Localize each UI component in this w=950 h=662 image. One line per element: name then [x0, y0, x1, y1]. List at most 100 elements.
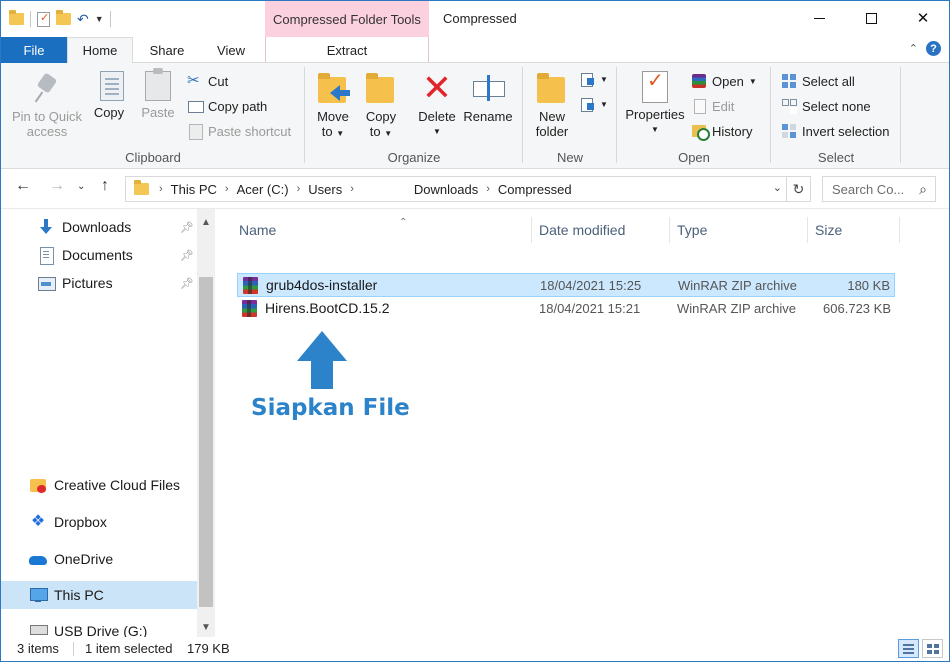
tab-share[interactable]: Share	[135, 37, 199, 63]
breadcrumb-downloads[interactable]: Downloads	[414, 182, 478, 197]
table-row[interactable]: Hirens.BootCD.15.2 18/04/2021 15:21 WinR…	[237, 297, 895, 321]
column-header-name[interactable]: Name ⌃	[239, 217, 529, 243]
maximize-button[interactable]	[845, 1, 897, 35]
tab-home[interactable]: Home	[67, 37, 133, 64]
forward-arrow-icon[interactable]: →	[49, 177, 65, 195]
address-history-chevron-icon[interactable]: ⌄	[773, 181, 782, 194]
pin-icon: 📌︎	[180, 277, 194, 290]
scroll-up-chevron-icon[interactable]: ▲	[197, 217, 215, 228]
scroll-down-chevron-icon[interactable]: ▼	[197, 622, 215, 633]
properties-icon	[642, 71, 668, 103]
navigation-pane: Downloads 📌︎ Documents 📌︎ Pictures 📌︎ Cr…	[1, 209, 217, 637]
breadcrumb-chevron-icon[interactable]: ›	[225, 183, 229, 195]
chevron-down-icon: ▼	[600, 99, 608, 109]
easy-access-button[interactable]: ▼	[579, 96, 608, 112]
paste-shortcut-icon	[187, 123, 203, 140]
breadcrumb-chevron-icon[interactable]: ›	[486, 183, 490, 195]
column-header-date-modified[interactable]: Date modified	[539, 217, 669, 243]
breadcrumb-this-pc[interactable]: This PC	[171, 182, 217, 197]
history-icon	[691, 123, 710, 141]
select-group-label: Select	[817, 150, 855, 165]
column-header-type[interactable]: Type	[677, 217, 807, 243]
edit-button[interactable]: Edit	[691, 98, 734, 114]
scrollbar-thumb[interactable]	[199, 277, 213, 607]
scissors-icon: ✂	[187, 72, 200, 89]
breadcrumb-users[interactable]: Users	[308, 182, 342, 197]
nav-item-dropbox[interactable]: ❖ Dropbox	[29, 509, 197, 535]
delete-button[interactable]: ✕ Delete ▼	[415, 70, 459, 139]
pictures-icon	[37, 274, 56, 292]
large-icons-view-button[interactable]	[922, 639, 943, 658]
new-group: New folder ▼ ▼ New	[523, 63, 617, 169]
breadcrumb-chevron-icon[interactable]: ›	[159, 183, 163, 195]
pin-icon	[30, 71, 64, 105]
dropbox-icon: ❖	[30, 513, 46, 530]
nav-item-pictures[interactable]: Pictures 📌︎	[37, 270, 197, 296]
refresh-icon[interactable]: ↻	[786, 177, 810, 201]
search-icon: ⌕	[919, 181, 927, 197]
organize-group: Move to ▼ Copy to ▼ ✕ Delete ▼ Rename Or…	[305, 63, 523, 169]
nav-item-this-pc[interactable]: This PC	[1, 581, 197, 609]
breadcrumb-chevron-icon[interactable]: ›	[350, 183, 354, 195]
new-folder-button[interactable]: New folder	[531, 71, 573, 139]
up-arrow-icon[interactable]: ↑	[101, 177, 109, 195]
back-arrow-icon[interactable]: ←	[15, 177, 31, 195]
details-view-button[interactable]	[898, 639, 919, 658]
properties-icon[interactable]	[37, 11, 50, 27]
status-selected-size: 179 KB	[187, 641, 230, 656]
close-button[interactable]: ✕	[897, 1, 949, 35]
select-all-button[interactable]: Select all	[781, 73, 855, 89]
help-icon[interactable]: ?	[926, 41, 941, 56]
cut-button[interactable]: ✂ Cut	[187, 73, 228, 89]
new-item-icon	[579, 71, 595, 87]
select-none-button[interactable]: Select none	[781, 98, 871, 114]
pin-to-quick-access-button[interactable]: Pin to Quick access	[7, 71, 87, 139]
open-button[interactable]: Open ▼	[691, 73, 757, 89]
copy-to-button[interactable]: Copy to ▼	[361, 71, 401, 141]
folder-icon	[134, 180, 149, 195]
column-header-size[interactable]: Size	[815, 217, 899, 243]
paste-button[interactable]: Paste	[137, 68, 179, 120]
onedrive-cloud-icon	[29, 550, 47, 568]
copy-button[interactable]: Copy	[89, 71, 129, 120]
address-bar[interactable]: › This PC › Acer (C:) › Users › Download…	[125, 176, 811, 202]
ribbon: Pin to Quick access Copy Paste ✂ Cut Cop…	[1, 63, 949, 169]
copy-path-button[interactable]: Copy path	[187, 98, 267, 114]
new-folder-icon[interactable]	[56, 10, 71, 25]
rename-button[interactable]: Rename	[463, 71, 513, 124]
navigation-pane-scrollbar[interactable]: ▲ ▼	[197, 209, 215, 637]
new-item-button[interactable]: ▼	[579, 71, 608, 87]
tab-file[interactable]: File	[1, 37, 67, 63]
history-button[interactable]: History	[691, 123, 752, 141]
nav-item-onedrive[interactable]: OneDrive	[29, 546, 197, 572]
breadcrumb-compressed[interactable]: Compressed	[498, 182, 572, 197]
breadcrumb-acer-c[interactable]: Acer (C:)	[237, 182, 289, 197]
maximize-icon	[865, 12, 877, 24]
context-tab-group-label: Compressed Folder Tools	[265, 1, 429, 37]
recent-locations-chevron-icon[interactable]: ⌄	[77, 181, 85, 192]
customize-toolbar-chevron-icon[interactable]: ▼	[95, 14, 104, 24]
open-group-label: Open	[678, 150, 710, 165]
nav-item-usb-drive[interactable]: USB Drive (G:)	[29, 619, 197, 637]
pin-icon: 📌︎	[180, 221, 194, 234]
breadcrumb-chevron-icon[interactable]: ›	[297, 183, 301, 195]
table-row[interactable]: grub4dos-installer 18/04/2021 15:25 WinR…	[237, 273, 895, 297]
chevron-down-icon: ▼	[336, 129, 345, 138]
tab-extract[interactable]: Extract	[265, 37, 429, 63]
nav-item-documents[interactable]: Documents 📌︎	[37, 242, 197, 268]
tab-view[interactable]: View	[199, 37, 263, 63]
nav-item-creative-cloud-files[interactable]: Creative Cloud Files	[29, 472, 197, 498]
properties-button[interactable]: Properties ▼	[623, 71, 687, 137]
close-icon: ✕	[916, 10, 930, 27]
move-to-button[interactable]: Move to ▼	[313, 71, 353, 141]
minimize-button[interactable]	[793, 1, 845, 35]
undo-icon[interactable]: ↶	[77, 12, 89, 26]
navigation-bar: ← → ⌄ ↑ › This PC › Acer (C:) › Users › …	[1, 169, 949, 209]
open-group: Properties ▼ Open ▼ Edit History Open	[617, 63, 771, 169]
collapse-ribbon-icon[interactable]: ⌃	[909, 42, 918, 55]
paste-shortcut-button[interactable]: Paste shortcut	[187, 123, 291, 140]
search-input[interactable]: Search Co... ⌕	[822, 176, 936, 202]
nav-item-downloads[interactable]: Downloads 📌︎	[37, 214, 197, 240]
invert-selection-button[interactable]: Invert selection	[781, 123, 889, 139]
winrar-archive-icon	[241, 300, 258, 317]
